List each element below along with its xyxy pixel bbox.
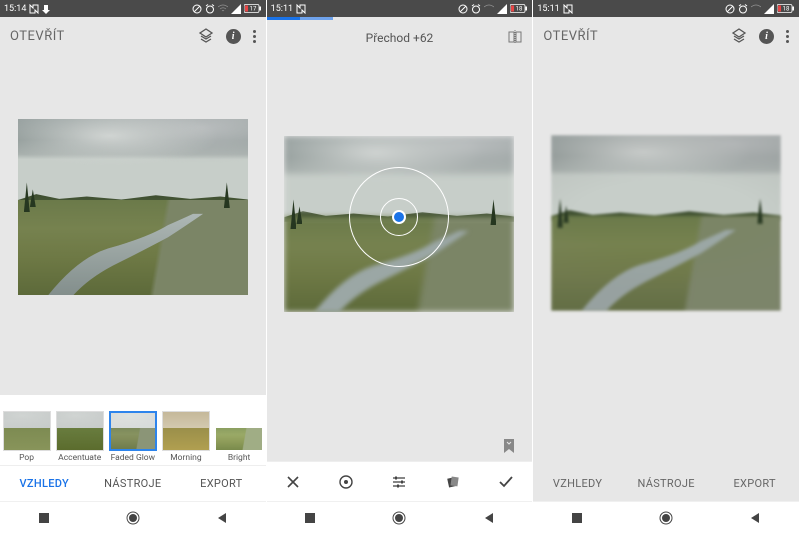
battery-icon: 18 (777, 4, 795, 13)
phone-screen-2: 15:11 18 Přechod +62 (267, 0, 534, 533)
bookmark-icon[interactable] (502, 438, 516, 454)
nav-back-icon[interactable] (483, 512, 495, 524)
shape-circle-button[interactable] (320, 462, 373, 501)
nav-back-icon[interactable] (749, 512, 761, 524)
battery-icon: 18 (510, 4, 528, 13)
image-preview-area[interactable] (0, 55, 266, 295)
wifi-icon (751, 4, 761, 14)
signal-icon (764, 4, 774, 14)
signal-icon (231, 4, 241, 14)
nav-back-icon[interactable] (216, 512, 228, 524)
battery-icon: 17 (244, 4, 262, 13)
layers-icon[interactable] (731, 28, 747, 44)
svg-text:18: 18 (783, 6, 790, 13)
dnd-icon (458, 4, 468, 14)
status-time: 15:11 (537, 4, 559, 14)
nfc-icon (296, 4, 306, 14)
filter-faded-glow[interactable]: Faded Glow (106, 411, 159, 463)
filter-label: Morning (170, 453, 201, 463)
open-label[interactable]: OTEVŘÍT (10, 29, 65, 44)
compare-icon[interactable] (508, 30, 522, 47)
filter-accentuate[interactable]: Accentuate (53, 411, 106, 463)
tab-vzhledy[interactable]: VZHLEDY (533, 465, 622, 501)
nav-bar (267, 501, 533, 533)
sliders-button[interactable] (373, 462, 426, 501)
cards-button[interactable] (426, 462, 479, 501)
dnd-icon (725, 4, 735, 14)
app-bar: OTEVŘÍT i (533, 17, 799, 55)
filter-morning[interactable]: Morning (159, 411, 212, 463)
filter-label: Bright (228, 453, 250, 463)
phone-screen-3: 15:11 18 OTEVŘÍT i (533, 0, 800, 533)
image-preview-area[interactable] (533, 55, 799, 311)
landscape-image (18, 119, 248, 295)
filter-strip: Pop Accentuate Faded Glow Morning Bright (0, 395, 266, 465)
app-bar: OTEVŘÍT i (0, 17, 266, 55)
nav-home-icon[interactable] (658, 510, 674, 526)
wifi-icon (218, 4, 228, 14)
tab-vzhledy[interactable]: VZHLEDY (0, 466, 89, 501)
info-icon[interactable]: i (759, 29, 774, 44)
landscape-image-result (551, 135, 781, 311)
status-bar: 15:11 18 (533, 0, 799, 17)
alarm-icon (738, 4, 748, 14)
open-label[interactable]: OTEVŘÍT (543, 29, 598, 44)
wifi-icon (484, 4, 494, 14)
status-time: 15:14 (4, 4, 26, 14)
signal-icon (497, 4, 507, 14)
more-icon[interactable] (786, 30, 789, 43)
info-icon[interactable]: i (226, 29, 241, 44)
nav-home-icon[interactable] (391, 510, 407, 526)
nav-recent-icon[interactable] (38, 512, 50, 524)
landscape-image-editing (284, 136, 514, 312)
bottom-tabs: VZHLEDY NÁSTROJE EXPORT (533, 465, 799, 501)
alarm-icon (205, 4, 215, 14)
nav-recent-icon[interactable] (304, 512, 316, 524)
tab-nastroje[interactable]: NÁSTROJE (89, 466, 178, 501)
editor-toolbar (267, 461, 533, 501)
image-preview-area[interactable] (267, 56, 533, 312)
filter-label: Accentuate (58, 453, 101, 463)
status-bar: 15:11 18 (267, 0, 533, 17)
apply-button[interactable] (479, 462, 532, 501)
nav-home-icon[interactable] (125, 510, 141, 526)
layers-icon[interactable] (198, 28, 214, 44)
status-time: 15:11 (271, 4, 293, 14)
tab-nastroje[interactable]: NÁSTROJE (622, 465, 711, 501)
nav-bar (533, 501, 799, 533)
dnd-icon (192, 4, 202, 14)
lens-focus-ring[interactable] (349, 167, 449, 267)
nav-bar (0, 501, 266, 533)
filter-bright[interactable]: Bright (213, 411, 266, 463)
nav-recent-icon[interactable] (571, 512, 583, 524)
battery-pct: 17 (249, 6, 256, 13)
focus-handle[interactable] (392, 210, 406, 224)
tab-export[interactable]: EXPORT (710, 465, 799, 501)
edit-title-bar: Přechod +62 (267, 20, 533, 56)
more-icon[interactable] (253, 30, 256, 43)
tab-export[interactable]: EXPORT (177, 466, 266, 501)
close-button[interactable] (267, 462, 320, 501)
volte-icon (42, 4, 50, 14)
nfc-icon (29, 4, 39, 14)
filter-label: Faded Glow (111, 453, 155, 463)
tool-value: Přechod +62 (366, 31, 434, 45)
nfc-icon (563, 4, 573, 14)
alarm-icon (471, 4, 481, 14)
filter-pop[interactable]: Pop (0, 411, 53, 463)
filter-label: Pop (19, 453, 34, 463)
phone-screen-1: 15:14 17 OTEVŘÍT i (0, 0, 267, 533)
bottom-tabs: VZHLEDY NÁSTROJE EXPORT (0, 465, 266, 501)
bookmark-row (267, 431, 533, 461)
svg-text:18: 18 (516, 6, 523, 13)
status-bar: 15:14 17 (0, 0, 266, 17)
